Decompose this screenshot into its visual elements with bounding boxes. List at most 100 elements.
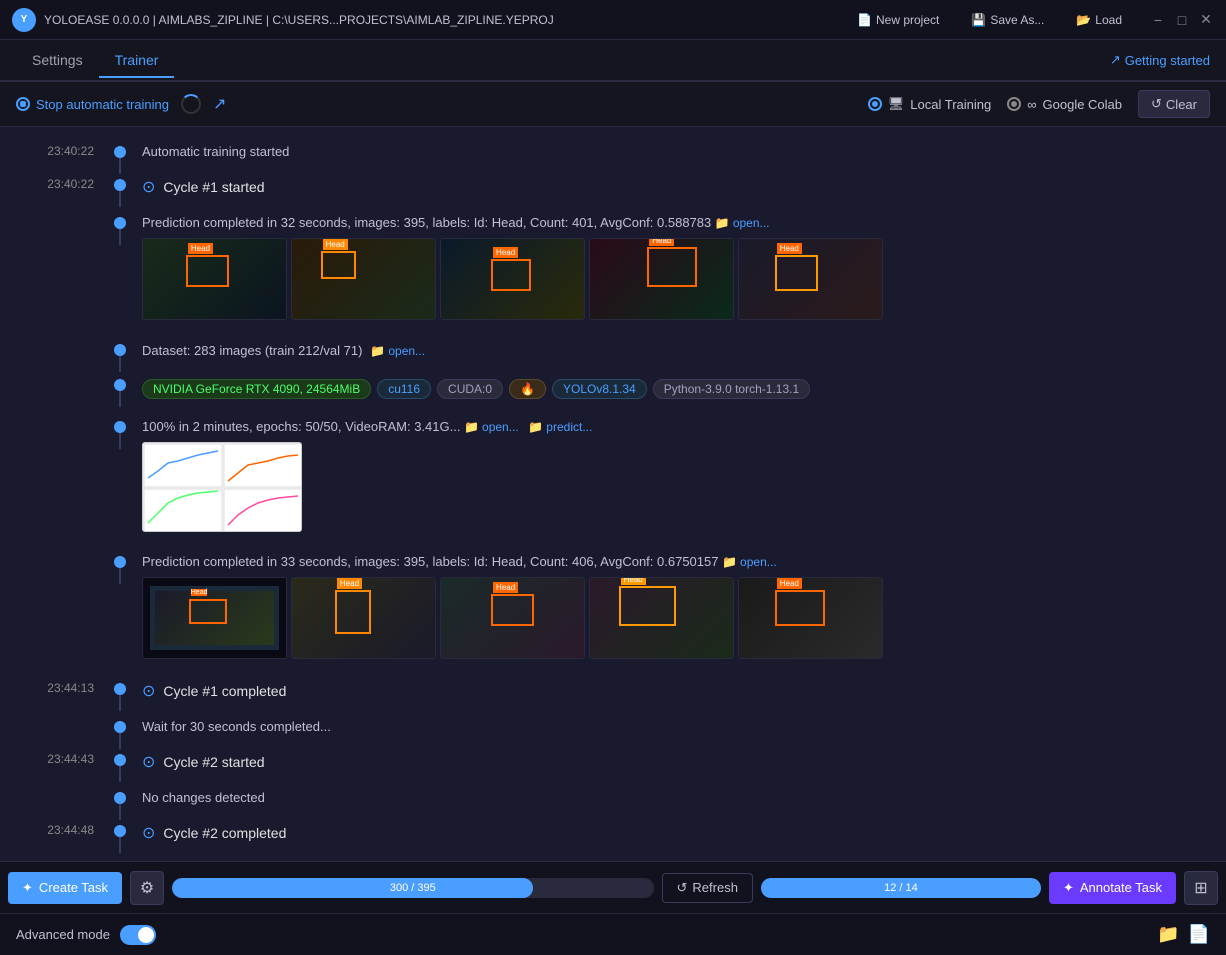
google-colab-option[interactable]: ∞ Google Colab [1007, 97, 1122, 112]
annotate-task-button[interactable]: ✦ Annotate Task [1049, 872, 1176, 904]
cycle-header: ⊙ Cycle #1 started [142, 175, 1210, 199]
timeline-content: ⊙ Cycle #1 started [130, 175, 1226, 207]
progress-text-2: 12 / 14 [884, 882, 918, 894]
pred2-open-link[interactable]: 📁 open... [722, 555, 777, 569]
settings-tab[interactable]: Settings [16, 44, 99, 78]
create-task-button[interactable]: ✦ Create Task [8, 872, 122, 904]
clear-button[interactable]: ↺ Clear [1138, 90, 1210, 118]
stop-training-button[interactable]: Stop automatic training [16, 97, 169, 112]
toolbar: Stop automatic training ↗ 🖥 Local Traini… [0, 82, 1226, 127]
dataset-info: Dataset: 283 images (train 212/val 71) 📁… [142, 340, 1210, 361]
dataset-text: Dataset: 283 images (train 212/val 71) [142, 343, 362, 358]
save-as-button[interactable]: 💾 Save As... [963, 9, 1052, 31]
timeline-content: ⊙ Cycle #2 started [130, 750, 1226, 782]
advanced-mode-toggle[interactable] [120, 925, 156, 945]
bottom-bar: ✦ Create Task ⚙ 300 / 395 ↺ Refresh 12 /… [0, 861, 1226, 913]
folder-bottom-icon[interactable]: 📁 [1157, 924, 1179, 945]
folder-icon: 📁 [370, 344, 385, 358]
yolo-badge: YOLOv8.1.34 [552, 379, 647, 399]
grid-view-button[interactable]: ⊞ [1184, 871, 1218, 905]
training-mode-group: 🖥 Local Training ∞ Google Colab ↺ Clear [868, 90, 1210, 118]
advanced-bar: Advanced mode 📁 📄 [0, 913, 1226, 955]
cycle-icon: ⊙ [142, 752, 155, 772]
maximize-button[interactable]: □ [1174, 12, 1190, 28]
image-thumbnail[interactable]: Head [440, 238, 585, 320]
open-folder-link[interactable]: 📁 open... [715, 216, 770, 230]
gear-icon: ⚙ [140, 878, 154, 898]
fire-badge: 🔥 [509, 379, 546, 399]
new-project-button[interactable]: 📄 New project [849, 9, 947, 31]
cycle-icon: ⊙ [142, 177, 155, 197]
timeline-content: 100% in 2 minutes, epochs: 50/50, VideoR… [130, 417, 1226, 546]
prediction2-images: Head Head Head Head [142, 577, 1210, 659]
local-training-option[interactable]: 🖥 Local Training [868, 96, 991, 112]
refresh-button[interactable]: ↺ Refresh [662, 873, 753, 903]
image-thumbnail[interactable]: Head [589, 238, 734, 320]
cu116-badge: cu116 [377, 379, 431, 399]
advanced-mode-label: Advanced mode [16, 927, 110, 942]
timeline-dot-col [110, 142, 130, 158]
training-open-link[interactable]: 📁 open... [464, 420, 519, 434]
image-thumbnail[interactable]: Head [738, 238, 883, 320]
image-thumbnail[interactable]: Head [440, 577, 585, 659]
timeline-dot [114, 792, 126, 804]
timeline-time: 23:44:43 [0, 750, 110, 766]
colab-icon: ∞ [1027, 97, 1036, 112]
image-thumbnail[interactable]: Head [738, 577, 883, 659]
image-thumbnail[interactable]: Head [291, 577, 436, 659]
timeline-row: No changes detected [0, 785, 1226, 818]
timeline-dot [114, 825, 126, 837]
app-logo: Y [12, 8, 36, 32]
training-chart[interactable] [142, 442, 302, 532]
timeline-content: Automatic training started [130, 142, 1226, 169]
timeline-dot [114, 146, 126, 158]
stop-circle-icon [16, 97, 30, 111]
load-button[interactable]: 📂 Load [1068, 9, 1130, 31]
timeline-time [0, 340, 110, 342]
timeline-row: NVIDIA GeForce RTX 4090, 24564MiB cu116 … [0, 372, 1226, 414]
timeline-row: 23:44:43 ⊙ Cycle #2 started [0, 747, 1226, 785]
gpu-badge: NVIDIA GeForce RTX 4090, 24564MiB [142, 379, 371, 399]
folder-icon: 📁 [464, 420, 479, 434]
getting-started-link[interactable]: ↗ Getting started [1110, 52, 1210, 68]
image-thumbnail[interactable]: Head [142, 577, 287, 659]
cycle-icon: ⊙ [142, 681, 155, 701]
folder-icon: 📁 [715, 216, 730, 230]
cycle-label: Cycle #1 completed [163, 683, 286, 699]
annotate-icon: ✦ [1063, 880, 1074, 896]
cycle-header: ⊙ Cycle #2 started [142, 750, 1210, 774]
cycle-label: Cycle #2 completed [163, 825, 286, 841]
close-button[interactable]: ✕ [1198, 12, 1214, 28]
timeline-time [0, 375, 110, 377]
timeline-dot [114, 556, 126, 568]
prediction-images: Head Head Head Head Head [142, 238, 1210, 320]
timeline-dot-col [110, 552, 130, 568]
image-thumbnail[interactable]: Head [142, 238, 287, 320]
timeline-time [0, 417, 110, 419]
colab-radio-dot [1007, 97, 1021, 111]
logo-letter: Y [21, 14, 28, 25]
save-icon: 💾 [971, 13, 986, 27]
cycle-label: Cycle #2 started [163, 754, 264, 770]
timeline-content: Wait for 30 seconds completed... [130, 717, 1226, 744]
open-external-icon[interactable]: ↗ [213, 94, 226, 114]
timeline-row: Prediction completed in 33 seconds, imag… [0, 549, 1226, 676]
dataset-open-link[interactable]: 📁 open... [370, 344, 425, 358]
timeline-dot-col [110, 417, 130, 433]
trainer-tab[interactable]: Trainer [99, 44, 175, 78]
minimize-button[interactable]: − [1150, 12, 1166, 28]
document-bottom-icon[interactable]: 📄 [1188, 924, 1210, 945]
timeline-content: No changes detected [130, 788, 1226, 815]
timeline-row: Wait for 30 seconds completed... [0, 714, 1226, 747]
image-thumbnail[interactable]: Head [589, 577, 734, 659]
badge-row: NVIDIA GeForce RTX 4090, 24564MiB cu116 … [142, 379, 1210, 399]
settings-button[interactable]: ⚙ [130, 871, 164, 905]
timeline-dot [114, 754, 126, 766]
cuda-badge: CUDA:0 [437, 379, 503, 399]
predict-link[interactable]: 📁 predict... [528, 420, 592, 434]
timeline-content: NVIDIA GeForce RTX 4090, 24564MiB cu116 … [130, 375, 1226, 411]
image-thumbnail[interactable]: Head [291, 238, 436, 320]
progress-fill-1 [172, 878, 533, 898]
timeline-dot [114, 721, 126, 733]
local-radio-dot [868, 97, 882, 111]
